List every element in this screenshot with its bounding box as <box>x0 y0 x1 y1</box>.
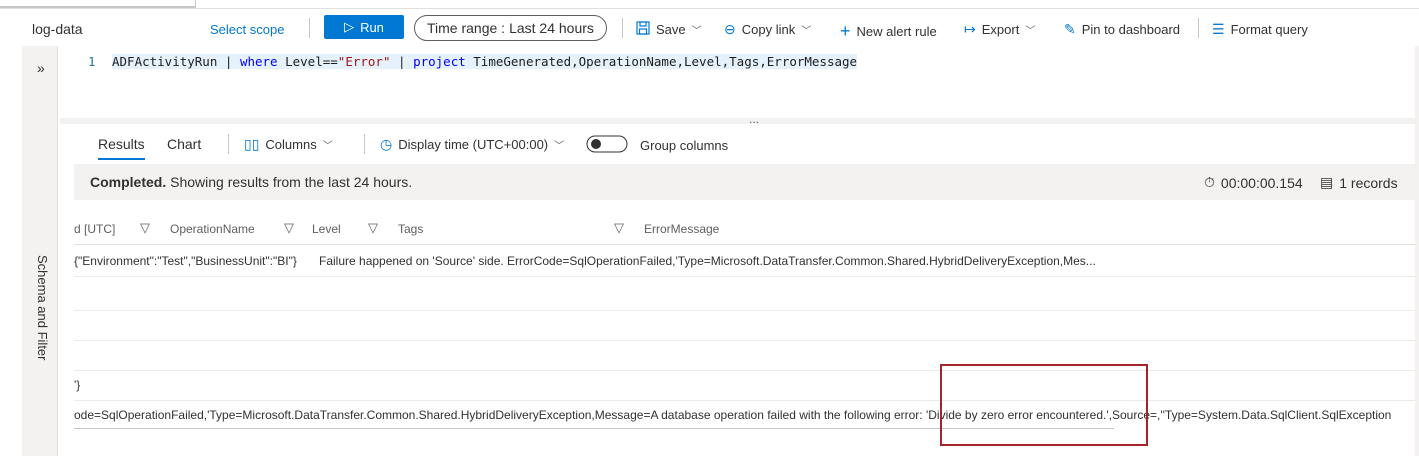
records-value: 1 records <box>1339 174 1398 191</box>
query-editor[interactable]: ADFActivityRun | where Level=="Error" | … <box>112 54 858 69</box>
detail-row: ode=SqlOperationFailed,'Type=Microsoft.D… <box>74 400 1419 430</box>
tab-results[interactable]: Results <box>98 136 145 160</box>
toolbar-divider <box>364 134 365 154</box>
format-query-label: Format query <box>1230 22 1308 37</box>
query-token: Level== <box>277 54 338 69</box>
time-range-value: Last 24 hours <box>509 20 594 36</box>
query-keyword: where <box>239 54 278 69</box>
grid-header: d [UTC] ▽ OperationName ▽ Level ▽ Tags ▽… <box>74 214 1419 245</box>
detail-text: '} <box>74 378 81 392</box>
pin-to-dashboard-label: Pin to dashboard <box>1081 22 1181 37</box>
active-query-tab[interactable] <box>0 0 196 8</box>
new-alert-rule-button[interactable]: + New alert rule <box>840 21 937 42</box>
filter-icon[interactable]: ▽ <box>284 220 294 236</box>
export-icon: ↦ <box>964 21 976 37</box>
table-row <box>74 280 1419 311</box>
scrollbar[interactable] <box>1415 46 1419 456</box>
select-scope-link[interactable]: Select scope <box>210 22 284 37</box>
new-alert-rule-label: New alert rule <box>856 24 937 39</box>
copy-link-icon: ⊖ <box>724 21 736 37</box>
toolbar-divider <box>309 18 310 38</box>
results-toolbar: Results Chart ▯▯ Columns ﹀ ◷ Display tim… <box>60 124 1419 164</box>
format-query-button[interactable]: ☰ Format query <box>1212 21 1308 38</box>
query-toolbar: log-data Select scope ▷ Run Time range :… <box>0 12 1419 46</box>
toolbar-divider <box>622 18 623 38</box>
query-token: TimeGenerated,OperationName,Level,Tags,E… <box>465 54 858 69</box>
elapsed-time: ⏱ 00:00:00.154 <box>1204 174 1303 191</box>
tab-strip <box>0 0 1419 9</box>
workspace-name: log-data <box>32 21 83 37</box>
query-keyword: project <box>413 54 466 69</box>
export-button[interactable]: ↦ Export ﹀ <box>964 21 1035 38</box>
chevron-down-icon: ﹀ <box>691 26 702 37</box>
save-button[interactable]: Save ﹀ <box>636 21 702 38</box>
save-label: Save <box>656 22 686 37</box>
status-message: Completed. Showing results from the last… <box>90 174 412 190</box>
chevron-down-icon: ﹀ <box>801 26 812 37</box>
run-label: Run <box>360 19 384 35</box>
elapsed-value: 00:00:00.154 <box>1220 174 1303 191</box>
columns-icon: ▯▯ <box>244 136 260 152</box>
error-message-cell: Failure happened on 'Source' side. Error… <box>319 254 1096 268</box>
filter-icon[interactable]: ▽ <box>368 220 378 236</box>
filter-icon[interactable]: ▽ <box>140 220 150 236</box>
query-token: ADFActivityRun | <box>112 54 240 69</box>
columns-label: Columns <box>265 137 317 152</box>
records-icon: ▤ <box>1320 174 1334 190</box>
pin-to-dashboard-button[interactable]: ✎ Pin to dashboard <box>1064 21 1180 38</box>
copy-link-button[interactable]: ⊖ Copy link ﹀ <box>724 21 811 38</box>
column-header-operationname[interactable]: OperationName <box>170 222 255 236</box>
column-header-timegenerated[interactable]: d [UTC] <box>74 222 115 236</box>
chevron-down-icon: ﹀ <box>1025 26 1036 37</box>
export-label: Export <box>981 22 1020 37</box>
column-header-level[interactable]: Level <box>312 222 341 236</box>
table-row <box>74 310 1419 341</box>
time-range-prefix: Time range : <box>427 20 506 36</box>
toolbar-divider <box>228 134 229 154</box>
table-row <box>74 340 1419 371</box>
highlight-annotation <box>940 364 1148 446</box>
query-string: "Error" <box>337 54 391 69</box>
column-header-errormessage[interactable]: ErrorMessage <box>644 222 719 236</box>
chevron-down-icon: ﹀ <box>322 141 333 152</box>
plus-icon: + <box>840 21 851 41</box>
stopwatch-icon: ⏱ <box>1204 174 1215 190</box>
tab-chart[interactable]: Chart <box>167 136 201 152</box>
display-time-label: Display time (UTC+00:00) <box>398 137 549 152</box>
columns-button[interactable]: ▯▯ Columns ﹀ <box>244 136 333 153</box>
run-button[interactable]: ▷ Run <box>324 15 404 39</box>
chevron-down-icon: ﹀ <box>554 141 565 152</box>
status-detail: Showing results from the last 24 hours. <box>166 174 413 190</box>
status-bold: Completed. <box>90 174 167 190</box>
display-time-dropdown[interactable]: ◷ Display time (UTC+00:00) ﹀ <box>380 136 564 153</box>
pin-icon: ✎ <box>1064 21 1076 37</box>
detail-row: '} <box>74 370 1419 401</box>
error-detail-text: ode=SqlOperationFailed,'Type=Microsoft.D… <box>74 408 1392 422</box>
run-icon: ▷ <box>344 19 355 34</box>
column-header-tags[interactable]: Tags <box>398 222 423 236</box>
expand-icon[interactable]: » <box>37 60 45 76</box>
line-number: 1 <box>88 54 96 69</box>
copy-link-label: Copy link <box>741 22 796 37</box>
clock-icon: ◷ <box>380 136 393 152</box>
group-columns-label: Group columns <box>640 138 729 153</box>
filter-icon[interactable]: ▽ <box>614 220 624 236</box>
tags-cell: {"Environment":"Test","BusinessUnit":"BI… <box>74 254 297 268</box>
toggle-icon <box>586 135 628 156</box>
query-token: | <box>390 54 414 69</box>
format-icon: ☰ <box>1212 21 1225 37</box>
schema-and-filter-label[interactable]: Schema and Filter <box>30 255 50 455</box>
time-range-picker[interactable]: Time range : Last 24 hours <box>414 15 607 41</box>
group-columns-toggle[interactable]: Group columns <box>586 135 728 156</box>
toolbar-divider <box>1198 18 1199 38</box>
record-count: ▤ 1 records <box>1320 174 1398 191</box>
save-icon <box>636 21 650 38</box>
table-row[interactable]: {"Environment":"Test","BusinessUnit":"BI… <box>74 246 1419 277</box>
